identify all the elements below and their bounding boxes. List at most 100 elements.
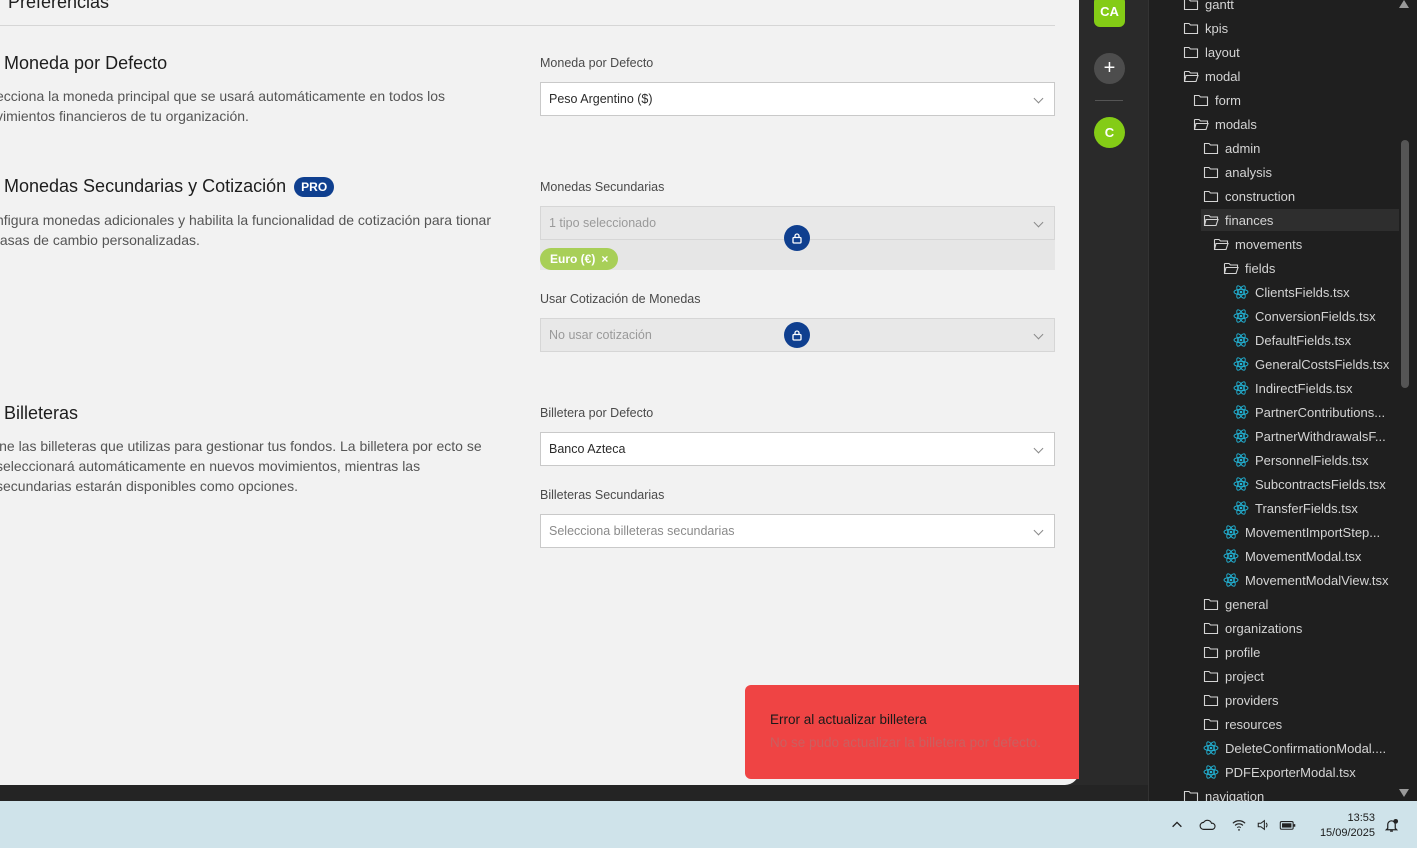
tree-folder[interactable]: layout [1183,41,1240,63]
tree-item-label: modal [1205,68,1241,84]
folder-icon [1203,140,1219,156]
tree-file[interactable]: PartnerWithdrawalsF... [1233,425,1386,447]
react-file-icon [1203,764,1219,780]
folder-icon [1203,716,1219,732]
default-wallet-label: Billetera por Defecto [540,406,654,420]
exchange-rate-label: Usar Cotización de Monedas [540,292,701,306]
toast-message: No se pudo actualizar la billetera por d… [770,735,1041,750]
tree-item-label: profile [1225,644,1261,660]
tree-item-label: ClientsFields.tsx [1255,284,1350,300]
tree-folder[interactable]: project [1203,665,1264,687]
user-avatar[interactable]: C [1094,117,1125,148]
tree-file[interactable]: ClientsFields.tsx [1233,281,1350,303]
tree-item-label: PDFExporterModal.tsx [1225,764,1356,780]
volume-icon[interactable] [1254,817,1272,833]
tree-file[interactable]: SubcontractsFields.tsx [1233,473,1386,495]
tree-item-label: analysis [1225,164,1272,180]
tree-file[interactable]: MovementModalView.tsx [1223,569,1389,591]
tree-item-label: DefaultFields.tsx [1255,332,1352,348]
tree-folder[interactable]: construction [1203,185,1295,207]
tree-folder[interactable]: profile [1203,641,1260,663]
tree-file[interactable]: GeneralCostsFields.tsx [1233,353,1389,375]
folder-icon [1203,620,1219,636]
tree-item-label: modals [1215,116,1257,132]
exchange-rate-value: No usar cotización [549,328,652,342]
cloud-icon[interactable] [1198,817,1218,833]
secondary-wallets-placeholder: Selecciona billeteras secundarias [549,524,735,538]
secondary-currencies-value: 1 tipo seleccionado [549,216,657,230]
tree-folder[interactable]: analysis [1203,161,1272,183]
preferences-panel: Preferencias Moneda por Defecto ecciona … [0,0,1079,785]
pro-badge: PRO [294,176,335,197]
react-file-icon [1223,572,1239,588]
secondary-currencies-section-title: Monedas Secundarias y Cotización PRO [4,176,335,197]
toast-title: Error al actualizar billetera [770,712,927,727]
tree-file[interactable]: ConversionFields.tsx [1233,305,1376,327]
tree-folder[interactable]: modals [1193,113,1257,135]
tree-file[interactable]: PDFExporterModal.tsx [1203,761,1356,783]
tree-item-label: MovementModalView.tsx [1245,572,1389,588]
tree-file[interactable]: PersonnelFields.tsx [1233,449,1368,471]
react-file-icon [1233,452,1249,468]
tree-file[interactable]: MovementImportStep... [1223,521,1380,543]
battery-icon[interactable] [1278,817,1298,833]
folder-icon [1203,596,1219,612]
tree-folder[interactable]: fields [1223,257,1275,279]
folder-icon [1203,164,1219,180]
default-currency-label: Moneda por Defecto [540,56,654,70]
folder-icon [1183,0,1199,12]
tree-folder[interactable]: gantt [1183,0,1234,15]
secondary-currencies-description: nfigura monedas adicionales y habilita l… [0,212,491,248]
tree-folder[interactable]: navigation [1183,785,1264,801]
tree-folder[interactable]: kpis [1183,17,1228,39]
taskbar-clock[interactable]: 13:53 15/09/2025 [1320,811,1375,841]
default-wallet-select[interactable]: Banco Azteca [540,432,1055,466]
tree-item-label: PartnerWithdrawalsF... [1255,428,1386,444]
tree-file[interactable]: MovementModal.tsx [1223,545,1361,567]
tree-file[interactable]: IndirectFields.tsx [1233,377,1353,399]
tree-item-label: admin [1225,140,1261,156]
taskbar: 13:53 15/09/2025 [0,801,1417,848]
tree-folder[interactable]: providers [1203,689,1278,711]
window-bottom-strip [0,785,1148,801]
tree-item-label: organizations [1225,620,1303,636]
scroll-down-arrow-icon[interactable] [1399,789,1409,797]
chevron-down-icon [1033,443,1044,454]
add-button[interactable]: + [1094,53,1125,84]
react-file-icon [1233,332,1249,348]
scroll-up-arrow-icon[interactable] [1399,0,1409,8]
tree-file[interactable]: TransferFields.tsx [1233,497,1358,519]
tree-folder[interactable]: resources [1203,713,1282,735]
tree-file[interactable]: DeleteConfirmationModal.... [1203,737,1386,759]
tree-folder[interactable]: organizations [1203,617,1302,639]
wifi-icon[interactable] [1230,817,1248,833]
react-file-icon [1233,356,1249,372]
default-currency-value: Peso Argentino ($) [549,92,653,106]
react-file-icon [1203,740,1219,756]
tree-file[interactable]: DefaultFields.tsx [1233,329,1351,351]
tree-folder[interactable]: finances [1201,209,1399,231]
tree-item-label: ConversionFields.tsx [1255,308,1376,324]
tree-folder[interactable]: movements [1213,233,1302,255]
side-rail: CA + C [1079,0,1148,785]
remove-tag-icon[interactable]: × [601,252,608,266]
tree-folder[interactable]: admin [1203,137,1260,159]
organization-avatar[interactable]: CA [1094,0,1125,27]
currency-tag: Euro (€) × [540,248,619,270]
error-toast[interactable]: Error al actualizar billetera No se pudo… [745,685,1133,779]
secondary-wallets-label: Billeteras Secundarias [540,488,665,502]
folder-icon [1183,788,1199,801]
chevron-up-icon[interactable] [1168,817,1186,833]
tree-item-label: navigation [1205,788,1265,802]
tree-folder[interactable]: form [1193,89,1241,111]
tree-folder[interactable]: modal [1183,65,1240,87]
tree-item-label: MovementModal.tsx [1245,548,1362,564]
clock-date: 15/09/2025 [1319,827,1375,839]
scrollbar-thumb[interactable] [1401,140,1409,388]
notification-bell-icon[interactable] [1382,817,1400,833]
tree-folder[interactable]: general [1203,593,1268,615]
tree-file[interactable]: PartnerContributions... [1233,401,1385,423]
lock-icon [784,322,810,348]
secondary-wallets-select[interactable]: Selecciona billeteras secundarias [540,514,1055,548]
default-currency-select[interactable]: Peso Argentino ($) [540,82,1055,116]
